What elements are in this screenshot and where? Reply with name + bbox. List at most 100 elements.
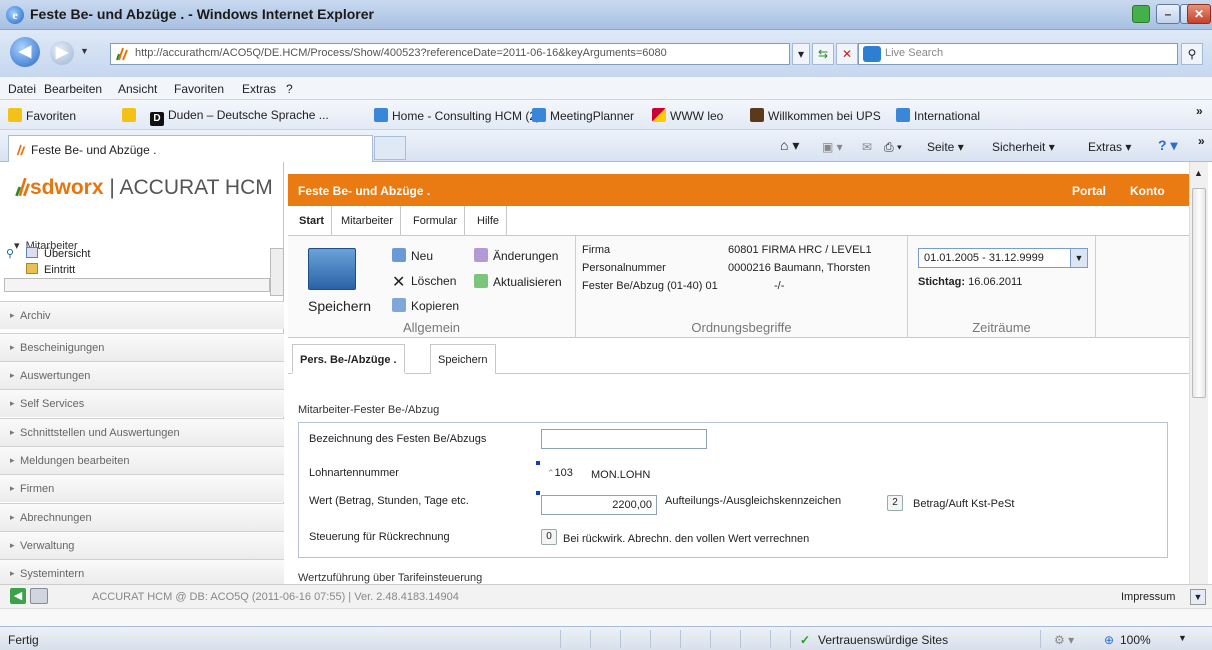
logo-brand: sdworx	[30, 176, 104, 199]
chevron-more-icon[interactable]: »	[1198, 134, 1205, 148]
fav-meetingplanner[interactable]: MeetingPlanner	[532, 108, 634, 123]
tab-start[interactable]: Start	[292, 206, 333, 236]
address-bar[interactable]: http://accurathcm/ACO5Q/DE.HCM/Process/S…	[110, 43, 790, 65]
help-icon[interactable]: ? ▾	[1158, 137, 1177, 154]
security-menu[interactable]: Sicherheit ▾	[992, 140, 1055, 154]
mail-icon[interactable]: ✉	[862, 140, 872, 154]
back-arrow-icon[interactable]: ◀	[10, 588, 26, 604]
tab-formular[interactable]: Formular	[406, 206, 466, 236]
app-tray-icon[interactable]	[1132, 5, 1150, 23]
page-horizontal-scrollbar[interactable]	[0, 608, 1212, 626]
home-icon[interactable]: ⌂ ▾	[780, 137, 799, 154]
new-button[interactable]: Neu	[392, 248, 433, 263]
zoom-dropdown-icon[interactable]: ▼	[1178, 633, 1187, 643]
refresh-icon[interactable]: ⇆	[812, 43, 834, 65]
zoom-icon[interactable]: ⊕	[1104, 633, 1114, 647]
forward-button[interactable]: ▶	[50, 41, 74, 65]
lookup-icon: ⌃	[547, 468, 555, 478]
print-icon[interactable]	[30, 588, 48, 604]
tree-vertical-scrollbar[interactable]	[270, 248, 284, 296]
address-dropdown-icon[interactable]: ▾	[792, 43, 810, 65]
tab-pers-be-abzuege[interactable]: Pers. Be-/Abzüge .	[292, 344, 405, 374]
sidebar-item-abrechnungen[interactable]: Abrechnungen	[0, 503, 284, 531]
scroll-thumb[interactable]	[1192, 188, 1206, 398]
portal-link[interactable]: Portal	[1072, 184, 1106, 198]
feeds-icon[interactable]: ▣ ▾	[822, 140, 843, 154]
tab-mitarbeiter[interactable]: Mitarbeiter	[334, 206, 401, 236]
fav-duden[interactable]: D Duden – Deutsche Sprache ...	[150, 108, 329, 126]
menu-help[interactable]: ?	[286, 82, 293, 96]
new-tab-button[interactable]	[374, 136, 406, 160]
menu-ansicht[interactable]: Ansicht	[118, 82, 157, 96]
sidebar-item-meldungen[interactable]: Meldungen bearbeiten	[0, 446, 284, 474]
fav-international[interactable]: International	[896, 108, 980, 123]
add-favorite-icon[interactable]	[122, 108, 136, 123]
sidebar-item-auswertungen[interactable]: Auswertungen	[0, 361, 284, 389]
delete-button[interactable]: ✕ Löschen	[392, 274, 456, 291]
search-icon[interactable]: ⚲	[6, 247, 14, 260]
chevron-more-icon[interactable]: »	[1196, 104, 1203, 118]
tree-horizontal-scrollbar[interactable]	[4, 278, 270, 292]
impressum-link[interactable]: Impressum	[1121, 591, 1175, 603]
copy-button[interactable]: Kopieren	[392, 298, 459, 313]
favorites-button[interactable]: Favoriten	[8, 108, 76, 123]
fav-ups[interactable]: Willkommen bei UPS	[750, 108, 881, 123]
sidebar-item-schnittstellen[interactable]: Schnittstellen und Auswertungen	[0, 418, 284, 446]
lohnart-value[interactable]: ⌃103	[547, 467, 573, 479]
history-dropdown-icon[interactable]: ▼	[80, 46, 89, 56]
duden-icon: D	[150, 112, 164, 126]
minimize-button[interactable]: –	[1156, 4, 1180, 24]
print-icon[interactable]: ⎙ ▾	[884, 140, 902, 155]
sdworx-logo-icon	[15, 177, 30, 197]
fav-home-consulting[interactable]: Home - Consulting HCM (2)	[374, 108, 540, 123]
menu-bearbeiten[interactable]: Bearbeiten	[44, 82, 102, 96]
menu-extras[interactable]: Extras	[242, 82, 276, 96]
stop-icon[interactable]: ✕	[836, 43, 858, 65]
page-menu[interactable]: Seite ▾	[927, 140, 964, 154]
sidebar-item-systemintern[interactable]: Systemintern	[0, 559, 284, 584]
zoom-level[interactable]: 100%	[1120, 633, 1151, 647]
zeitraum-select[interactable]: 01.01.2005 - 31.12.9999 ▼	[918, 248, 1088, 268]
page-header: Feste Be- und Abzüge . Portal Konto	[288, 174, 1189, 206]
extras-menu[interactable]: Extras ▾	[1088, 140, 1131, 154]
security-zone[interactable]: Vertrauenswürdige Sites	[818, 633, 948, 647]
title-bar: e Feste Be- und Abzüge . - Windows Inter…	[0, 0, 1212, 30]
tab-speichern[interactable]: Speichern	[430, 344, 496, 374]
refresh-button[interactable]: Aktualisieren	[474, 274, 562, 289]
bezeichnung-field[interactable]	[541, 429, 707, 449]
chevron-down-icon[interactable]: ▼	[1190, 589, 1206, 605]
save-icon[interactable]	[308, 248, 356, 290]
konto-link[interactable]: Konto	[1130, 184, 1165, 198]
save-button[interactable]: Speichern	[308, 298, 371, 314]
search-input[interactable]: Live Search	[858, 43, 1178, 65]
fav-label: WWW leo	[670, 109, 724, 123]
wert-field[interactable]: 2200,00	[541, 495, 657, 515]
menu-datei[interactable]: Datei	[8, 82, 36, 96]
sidebar-item-archiv[interactable]: Archiv	[0, 301, 284, 329]
tree-label: Eintritt	[44, 264, 76, 276]
close-button[interactable]: ✕	[1187, 4, 1211, 24]
browser-tab-active[interactable]: Feste Be- und Abzüge .	[8, 135, 373, 162]
ups-icon	[750, 108, 764, 122]
sidebar-item-self-services[interactable]: Self Services	[0, 389, 284, 417]
tree-item-uebersicht[interactable]: Übersicht	[26, 247, 90, 260]
changes-button[interactable]: Änderungen	[474, 248, 558, 263]
copy-icon	[392, 298, 406, 312]
sidebar-item-bescheinigungen[interactable]: Bescheinigungen	[0, 333, 284, 361]
search-go-icon[interactable]: ⚲	[1181, 43, 1203, 65]
fav-www-leo[interactable]: WWW leo	[652, 108, 723, 123]
steuerung-field[interactable]: 0	[541, 529, 557, 545]
sidebar-item-firmen[interactable]: Firmen	[0, 474, 284, 502]
protected-mode-icon[interactable]: ⚙ ▾	[1054, 633, 1074, 647]
scroll-up-icon[interactable]: ▲	[1194, 168, 1203, 178]
sidebar-item-verwaltung[interactable]: Verwaltung	[0, 531, 284, 559]
back-button[interactable]: ◀	[10, 37, 40, 67]
new-label: Neu	[411, 249, 434, 263]
main-vertical-scrollbar[interactable]: ▲	[1189, 162, 1208, 584]
tree-item-eintritt[interactable]: Eintritt	[26, 263, 75, 276]
menu-favoriten[interactable]: Favoriten	[174, 82, 224, 96]
security-menu-label: Sicherheit	[992, 140, 1046, 154]
aufteil-field[interactable]: 2	[887, 495, 903, 511]
tab-hilfe[interactable]: Hilfe	[470, 206, 508, 236]
tree-label: Übersicht	[44, 248, 91, 260]
